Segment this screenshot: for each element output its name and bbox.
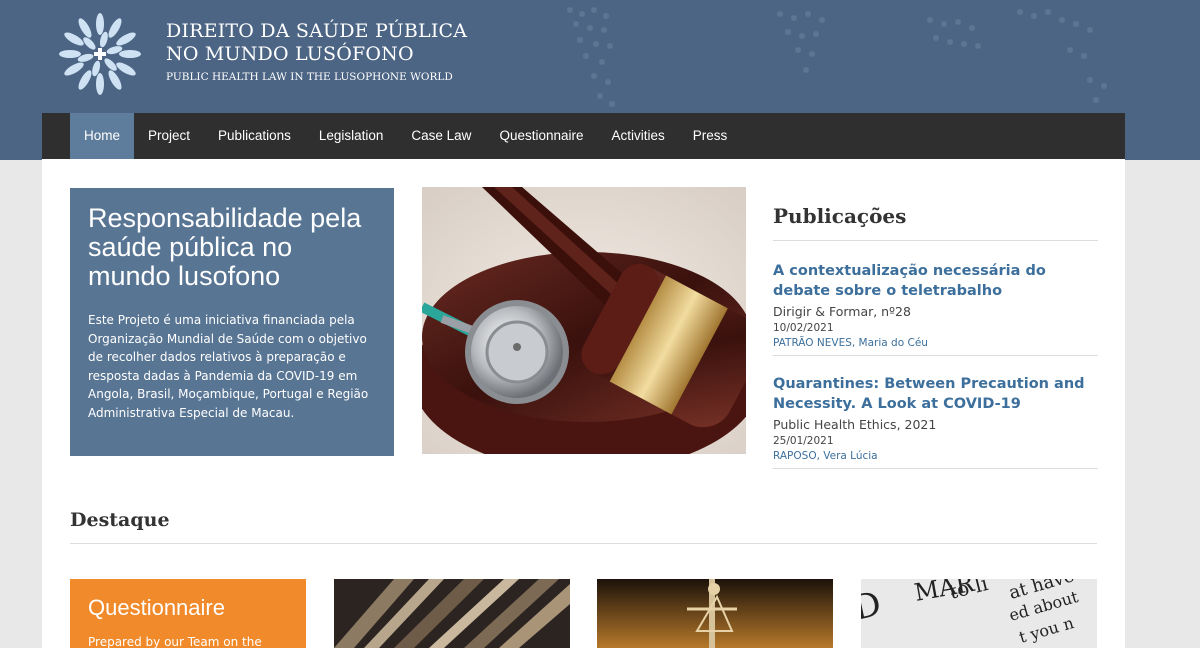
card-title: Questionnaire (88, 595, 225, 620)
publication-item: Quarantines: Between Precaution and Nece… (773, 356, 1098, 469)
nav-questionnaire[interactable]: Questionnaire (485, 113, 597, 159)
flower-logo-icon (59, 13, 141, 95)
destaque-heading: Destaque (70, 509, 1097, 544)
publication-date: 10/02/2021 (773, 322, 834, 334)
publications-heading: Publicações (773, 204, 1098, 241)
publication-item: A contextualização necessária do debate … (773, 241, 1098, 356)
card-text: Prepared by our Team on the (88, 635, 262, 648)
nav-press[interactable]: Press (679, 113, 742, 159)
site-title[interactable]: DIREITO DA SAÚDE PÚBLICA NO MUNDO LUSÓFO… (166, 20, 467, 66)
nav-project[interactable]: Project (134, 113, 204, 159)
nav-legislation[interactable]: Legislation (305, 113, 398, 159)
gavel-stethoscope-image[interactable] (422, 187, 746, 454)
publication-author-link[interactable]: PATRÃO NEVES, Maria do Céu (773, 337, 1098, 349)
main-content: Responsabilidade pela saúde pública no m… (42, 159, 1125, 648)
hero-box: Responsabilidade pela saúde pública no m… (70, 188, 394, 456)
publication-date: 25/01/2021 (773, 435, 834, 447)
newspaper-card-image[interactable]: D MAR to li at have ed about t you n (861, 579, 1097, 648)
nav-case-law[interactable]: Case Law (397, 113, 485, 159)
site-title-line2: NO MUNDO LUSÓFONO (166, 43, 414, 65)
nav-home[interactable]: Home (70, 113, 135, 159)
publication-source: Public Health Ethics, 2021 (773, 417, 937, 432)
nav-activities[interactable]: Activities (598, 113, 679, 159)
nav-publications[interactable]: Publications (204, 113, 305, 159)
publication-title-link[interactable]: A contextualização necessária do debate … (773, 261, 1098, 301)
publications-panel: Publicações A contextualização necessári… (773, 204, 1098, 469)
publication-title-link[interactable]: Quarantines: Between Precaution and Nece… (773, 374, 1098, 414)
publication-author-link[interactable]: RAPOSO, Vera Lúcia (773, 450, 1098, 462)
hero-title: Responsabilidade pela saúde pública no m… (88, 203, 362, 291)
justice-scale-card-image[interactable] (597, 579, 833, 648)
main-nav: Home Project Publications Legislation Ca… (42, 113, 1125, 159)
world-map-texture (567, 7, 1107, 107)
publication-source: Dirigir & Formar, nº28 (773, 304, 911, 319)
hero-text: Este Projeto é uma iniciativa financiada… (88, 313, 369, 420)
questionnaire-card[interactable]: Questionnaire Prepared by our Team on th… (70, 579, 306, 648)
books-card-image[interactable] (334, 579, 570, 648)
site-title-line1: DIREITO DA SAÚDE PÚBLICA (166, 20, 468, 42)
site-subtitle: PUBLIC HEALTH LAW IN THE LUSOPHONE WORLD (166, 71, 453, 83)
